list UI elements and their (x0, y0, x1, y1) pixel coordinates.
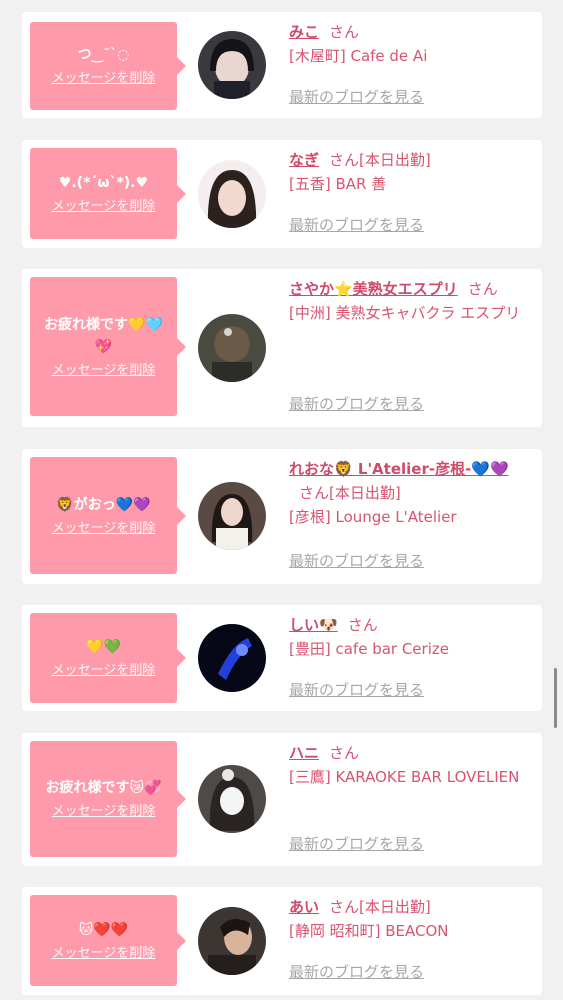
san-label: さん (329, 151, 360, 169)
girl-photo-avatar-icon (198, 482, 266, 550)
avatar[interactable] (198, 765, 266, 833)
avatar[interactable] (198, 31, 266, 99)
latest-blog-link[interactable]: 最新のブログを見る (289, 214, 424, 235)
attendance-label: [本日出勤] (359, 898, 431, 916)
message-bubble: 🐱❤️❤️ メッセージを削除 (30, 895, 186, 986)
message-card: お疲れ様です😿💞 メッセージを削除 ハニ さん [三鷹] KARAOKE BAR … (22, 733, 542, 866)
shop-label: [彦根] Lounge L'Atelier (289, 508, 457, 526)
avatar[interactable] (198, 314, 266, 382)
san-label: さん (467, 280, 498, 298)
delete-message-link[interactable]: メッセージを削除 (52, 362, 156, 380)
shop-label: [木屋町] Cafe de Ai (289, 47, 428, 65)
message-card: 💛💚 メッセージを削除 しい🐶 さん [豊田] cafe bar Cerize 最… (22, 605, 542, 711)
girl-photo-avatar-icon (198, 765, 266, 833)
san-label: さん (329, 898, 360, 916)
shop-label: [三鷹] KARAOKE BAR LOVELIEN (289, 768, 520, 786)
message-card: お疲れ様です💛🩵💖 メッセージを削除 さやか⭐美熟女エスプリ さん [中洲] 美熟… (22, 269, 542, 427)
message-card: ♥.(*´ω`*).♥ メッセージを削除 なぎ さん[本日出勤] [五香] BAR… (22, 140, 542, 248)
message-list: つ‿˘`◌ メッセージを削除 みこ さん [木屋町] Cafe de Ai 最新の… (0, 0, 563, 1000)
message-card: つ‿˘`◌ メッセージを削除 みこ さん [木屋町] Cafe de Ai 最新の… (22, 12, 542, 118)
girl-photo-avatar-icon (198, 160, 266, 228)
avatar[interactable] (198, 907, 266, 975)
delete-message-link[interactable]: メッセージを削除 (52, 803, 156, 821)
cast-name-link[interactable]: さやか⭐美熟女エスプリ (289, 280, 458, 298)
shop-label: [静岡 昭和町] BEACON (289, 922, 449, 940)
message-bubble: お疲れ様です😿💞 メッセージを削除 (30, 741, 186, 857)
message-text: 🐱❤️❤️ (78, 921, 129, 938)
cast-name-link[interactable]: しい🐶 (289, 616, 338, 634)
cast-name-link[interactable]: れおな🦁 L'Atelier-彦根-💙💜 (289, 460, 509, 478)
cast-info: みこ さん [木屋町] Cafe de Ai (289, 20, 529, 68)
san-label: さん (329, 744, 360, 762)
delete-message-link[interactable]: メッセージを削除 (52, 70, 156, 88)
cast-info: あい さん[本日出勤] [静岡 昭和町] BEACON (289, 895, 529, 943)
shop-label: [中洲] 美熟女キャバクラ エスプリ (289, 304, 521, 322)
latest-blog-link[interactable]: 最新のブログを見る (289, 393, 424, 414)
girl-photo-avatar-icon (198, 907, 266, 975)
message-text: ♥.(*´ω`*).♥ (58, 174, 149, 191)
cast-info: なぎ さん[本日出勤] [五香] BAR 善 (289, 148, 529, 196)
message-card: 🐱❤️❤️ メッセージを削除 あい さん[本日出勤] [静岡 昭和町] BEACO… (22, 887, 542, 995)
shop-label: [五香] BAR 善 (289, 175, 387, 193)
latest-blog-link[interactable]: 最新のブログを見る (289, 679, 424, 700)
message-text: お疲れ様です😿💞 (45, 780, 162, 796)
san-label: さん (329, 23, 360, 41)
avatar[interactable] (198, 624, 266, 692)
message-text: 🦁がおっ💙💜 (56, 496, 151, 513)
message-bubble: 🦁がおっ💙💜 メッセージを削除 (30, 457, 186, 574)
cast-name-link[interactable]: なぎ (289, 151, 319, 169)
message-bubble: つ‿˘`◌ メッセージを削除 (30, 22, 186, 110)
message-text: お疲れ様です💛🩵💖 (44, 316, 163, 355)
cast-name-link[interactable]: あい (289, 898, 319, 916)
cast-name-link[interactable]: ハニ (289, 744, 319, 762)
attendance-label: [本日出勤] (329, 484, 401, 502)
delete-message-link[interactable]: メッセージを削除 (52, 520, 156, 538)
message-card: 🦁がおっ💙💜 メッセージを削除 れおな🦁 L'Atelier-彦根-💙💜 さん[本… (22, 449, 542, 584)
san-label: さん (347, 616, 378, 634)
message-text: 💛💚 (86, 639, 121, 655)
girl-photo-avatar-icon (198, 31, 266, 99)
avatar[interactable] (198, 160, 266, 228)
blue-light-avatar-icon (198, 624, 266, 692)
delete-message-link[interactable]: メッセージを削除 (52, 662, 156, 680)
shop-label: [豊田] cafe bar Cerize (289, 640, 449, 658)
latest-blog-link[interactable]: 最新のブログを見る (289, 961, 424, 982)
message-bubble: お疲れ様です💛🩵💖 メッセージを削除 (30, 277, 186, 416)
delete-message-link[interactable]: メッセージを削除 (52, 198, 156, 216)
message-bubble: 💛💚 メッセージを削除 (30, 613, 186, 703)
avatar[interactable] (198, 482, 266, 550)
latest-blog-link[interactable]: 最新のブログを見る (289, 550, 424, 571)
latest-blog-link[interactable]: 最新のブログを見る (289, 86, 424, 107)
san-label: さん (299, 484, 330, 502)
message-text: つ‿˘`◌ (77, 47, 130, 63)
hair-photo-avatar-icon (198, 314, 266, 382)
scrollbar[interactable] (554, 668, 557, 728)
cast-info: れおな🦁 L'Atelier-彦根-💙💜 さん[本日出勤] [彦根] Lounge… (289, 457, 529, 529)
cast-info: さやか⭐美熟女エスプリ さん [中洲] 美熟女キャバクラ エスプリ (289, 277, 529, 325)
attendance-label: [本日出勤] (359, 151, 431, 169)
latest-blog-link[interactable]: 最新のブログを見る (289, 833, 424, 854)
message-bubble: ♥.(*´ω`*).♥ メッセージを削除 (30, 148, 186, 239)
cast-info: ハニ さん [三鷹] KARAOKE BAR LOVELIEN (289, 741, 529, 789)
cast-info: しい🐶 さん [豊田] cafe bar Cerize (289, 613, 529, 661)
cast-name-link[interactable]: みこ (289, 23, 319, 41)
delete-message-link[interactable]: メッセージを削除 (52, 945, 156, 963)
